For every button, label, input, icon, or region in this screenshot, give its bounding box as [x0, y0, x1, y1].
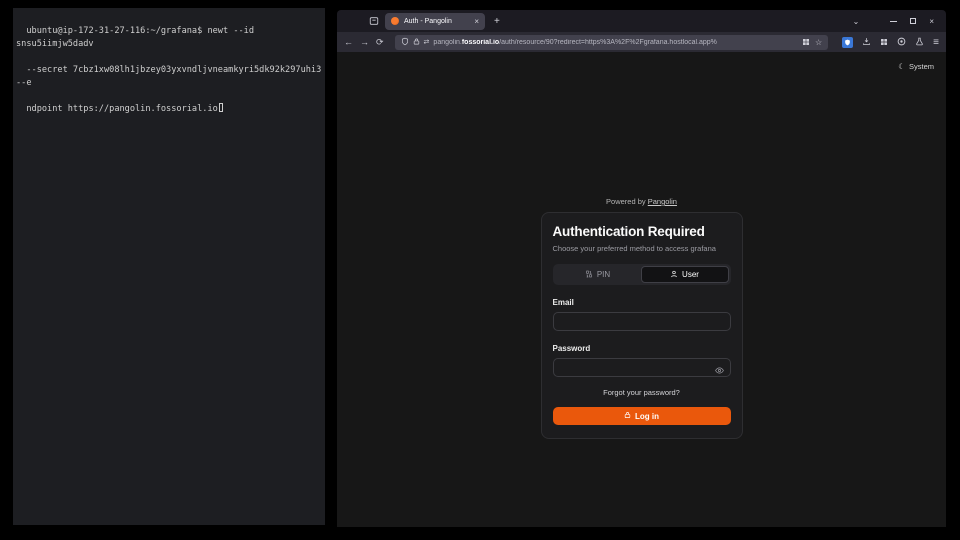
- back-button[interactable]: ←: [344, 38, 353, 47]
- login-button[interactable]: Log in: [553, 407, 731, 425]
- login-lock-icon: [624, 411, 631, 421]
- pin-keypad-icon: [585, 270, 593, 280]
- download-icon[interactable]: [862, 33, 871, 51]
- adblocker-extension-icon[interactable]: [842, 37, 853, 48]
- auth-method-tabs: PIN User: [553, 264, 731, 285]
- user-icon: [670, 270, 678, 280]
- auth-page: ☾ System Powered by Pangolin Authenticat…: [337, 52, 946, 527]
- forgot-password-link[interactable]: Forgot your password?: [553, 388, 731, 397]
- window-controls: ⌄ ×: [853, 17, 940, 26]
- tab-bar: Auth - Pangolin × + ⌄ ×: [337, 10, 946, 32]
- privacy-extension-icon[interactable]: [897, 33, 906, 51]
- powered-by-text: Powered by: [606, 197, 648, 206]
- tab-user[interactable]: User: [641, 266, 729, 283]
- flask-extension-icon[interactable]: [915, 33, 924, 51]
- terminal-cursor: [219, 103, 223, 112]
- swap-arrows-icon[interactable]: ⇄: [424, 38, 430, 46]
- window-minimize-button[interactable]: [890, 21, 897, 22]
- theme-toggle[interactable]: ☾ System: [898, 62, 934, 71]
- email-label: Email: [553, 298, 731, 307]
- password-label: Password: [553, 344, 731, 353]
- tab-pin[interactable]: PIN: [555, 266, 641, 283]
- login-button-label: Log in: [635, 412, 659, 421]
- card-subtitle: Choose your preferred method to access g…: [553, 244, 731, 253]
- bookmark-star-icon[interactable]: ☆: [815, 38, 822, 47]
- auth-card: Authentication Required Choose your pref…: [541, 212, 743, 439]
- powered-by: Powered by Pangolin: [606, 197, 677, 206]
- extensions-grid-icon[interactable]: [880, 33, 888, 51]
- urlbar-end-icons: ☆: [802, 35, 822, 50]
- tab-auth-pangolin[interactable]: Auth - Pangolin ×: [385, 13, 485, 30]
- window-maximize-button[interactable]: [910, 18, 916, 24]
- tab-pin-label: PIN: [597, 270, 610, 279]
- password-field[interactable]: [553, 358, 731, 377]
- terminal-window[interactable]: ubuntu@ip-172-31-27-116:~/grafana$ newt …: [13, 8, 325, 525]
- window-close-button[interactable]: ×: [929, 17, 934, 26]
- url-path: /auth/resource/90?redirect=https%3A%2F%2…: [499, 39, 717, 46]
- grid-squares-icon[interactable]: [802, 35, 810, 50]
- terminal-line: --secret 7cbz1xw08lh1jbzey03yxvndljvneam…: [16, 65, 326, 88]
- new-tab-button[interactable]: +: [489, 16, 505, 27]
- pangolin-link[interactable]: Pangolin: [648, 197, 677, 206]
- tab-close-icon[interactable]: ×: [474, 17, 479, 26]
- url-domain: fossorial.io: [462, 39, 499, 46]
- forward-button[interactable]: →: [360, 38, 369, 47]
- navigation-bar: ← → ⟳ ⇄ pangolin.fossorial.io/auth/resou…: [337, 32, 946, 52]
- browser-window: Auth - Pangolin × + ⌄ × ← → ⟳ ⇄ pangolin…: [337, 10, 946, 527]
- theme-label: System: [909, 62, 934, 71]
- tab-user-label: User: [682, 270, 699, 279]
- terminal-line: ndpoint https://pangolin.fossorial.io: [26, 104, 217, 114]
- url-subdomain: pangolin.: [433, 39, 461, 46]
- reload-button[interactable]: ⟳: [376, 38, 384, 47]
- firefox-view-icon[interactable]: [367, 14, 381, 28]
- moon-icon: ☾: [898, 62, 905, 71]
- terminal-line: ubuntu@ip-172-31-27-116:~/grafana$ newt …: [16, 26, 259, 49]
- url-text: pangolin.fossorial.io/auth/resource/90?r…: [433, 39, 798, 46]
- tab-list-chevron-icon[interactable]: ⌄: [853, 17, 860, 26]
- card-title: Authentication Required: [553, 224, 731, 239]
- pangolin-favicon-icon: [391, 17, 399, 25]
- tab-title: Auth - Pangolin: [404, 18, 452, 25]
- https-lock-icon[interactable]: [413, 35, 420, 50]
- email-field[interactable]: [553, 312, 731, 331]
- url-bar[interactable]: ⇄ pangolin.fossorial.io/auth/resource/90…: [395, 35, 829, 50]
- toolbar-extension-icons: ≡: [839, 33, 939, 51]
- menu-icon[interactable]: ≡: [933, 37, 939, 48]
- tracking-shield-icon[interactable]: [401, 35, 409, 50]
- show-password-eye-icon[interactable]: [715, 362, 724, 380]
